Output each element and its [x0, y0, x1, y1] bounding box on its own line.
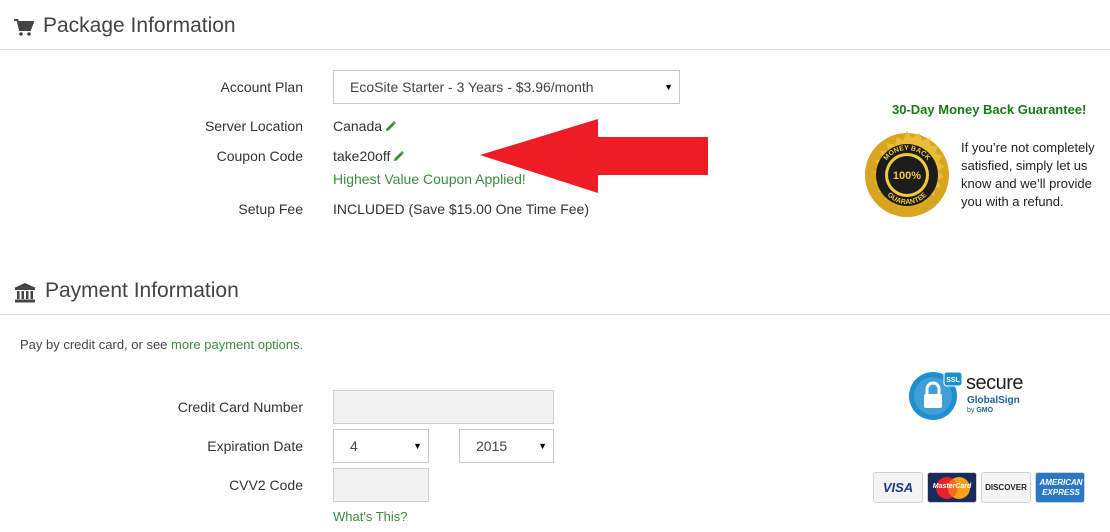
- ssl-text: SSL: [946, 377, 960, 384]
- pencil-icon[interactable]: [393, 149, 405, 165]
- pencil-icon[interactable]: [385, 119, 397, 135]
- ssl-secure-badge: SSL secure GlobalSign by GMO: [908, 370, 1048, 422]
- package-section-title: Package Information: [43, 14, 236, 37]
- mastercard-text: MasterCard: [932, 483, 972, 490]
- exp-year-value: 2015: [476, 438, 508, 454]
- chevron-down-icon: ▼: [538, 441, 547, 451]
- exp-year-select[interactable]: 2015 ▼: [459, 429, 554, 463]
- section-divider: [0, 314, 1110, 315]
- exp-month-select[interactable]: 4 ▼: [333, 429, 429, 463]
- globalsign-text: GlobalSign: [967, 395, 1020, 406]
- red-arrow-annotation: [480, 119, 708, 193]
- setup-fee-value: INCLUDED (Save $15.00 One Time Fee): [333, 201, 589, 217]
- payment-intro: Pay by credit card, or see more payment …: [20, 337, 303, 352]
- account-plan-select[interactable]: EcoSite Starter - 3 Years - $3.96/month …: [333, 70, 680, 104]
- guarantee-line: If you’re not completely: [961, 140, 1095, 155]
- exp-month-value: 4: [350, 438, 358, 454]
- coupon-code-label: Coupon Code: [216, 148, 303, 164]
- visa-text: VISA: [882, 480, 914, 495]
- server-location-label: Server Location: [204, 118, 303, 134]
- amex-card-icon: AMERICAN EXPRESS: [1035, 472, 1085, 503]
- by-gmo-text: by GMO: [967, 407, 993, 414]
- badge-center-text: 100%: [893, 170, 921, 182]
- server-location-value: Canada: [333, 118, 383, 134]
- cvv-label: CVV2 Code: [229, 477, 303, 493]
- cart-icon: [14, 19, 35, 42]
- amex-text: AMERICAN EXPRESS: [1039, 478, 1083, 497]
- more-payment-options-link[interactable]: more payment options.: [171, 337, 303, 352]
- payment-intro-text: Pay by credit card, or see: [20, 337, 172, 352]
- coupon-code-value: take20off: [333, 148, 391, 164]
- guarantee-line: you with a refund.: [961, 194, 1064, 209]
- mastercard-icon: MasterCard: [927, 472, 977, 503]
- whats-this-link[interactable]: What's This?: [333, 509, 408, 524]
- discover-text: DISCOVER: [985, 483, 1027, 492]
- guarantee-text: If you’re not completely satisfied, simp…: [961, 139, 1095, 211]
- ssl-lock-icon: SSL: [909, 371, 962, 420]
- gmo-text: GMO: [976, 407, 994, 414]
- account-plan-label: Account Plan: [220, 79, 304, 95]
- card-number-input[interactable]: [333, 390, 554, 424]
- cvv-input[interactable]: [333, 468, 429, 502]
- by-text: by: [967, 407, 975, 414]
- setup-fee-label: Setup Fee: [238, 201, 303, 217]
- visa-card-icon: VISA: [873, 472, 923, 503]
- chevron-down-icon: ▼: [664, 82, 673, 92]
- expiration-label: Expiration Date: [207, 438, 303, 454]
- discover-card-icon: DISCOVER: [981, 472, 1031, 503]
- coupon-code-row: take20off: [333, 148, 405, 165]
- guarantee-line: satisfied, simply let us: [961, 158, 1088, 173]
- guarantee-title: 30-Day Money Back Guarantee!: [892, 102, 1087, 117]
- secure-text: secure: [966, 372, 1024, 394]
- account-plan-value: EcoSite Starter - 3 Years - $3.96/month: [350, 79, 594, 95]
- payment-section-title: Payment Information: [45, 279, 239, 302]
- guarantee-line: know and we’ll provide: [961, 176, 1092, 191]
- chevron-down-icon: ▼: [413, 441, 422, 451]
- server-location-row: Canada: [333, 118, 397, 135]
- card-number-label: Credit Card Number: [177, 399, 303, 415]
- bank-icon: [14, 283, 36, 308]
- section-divider: [0, 49, 1110, 50]
- money-back-badge-icon: 100% MONEY BACK GUARANTEE: [865, 131, 949, 217]
